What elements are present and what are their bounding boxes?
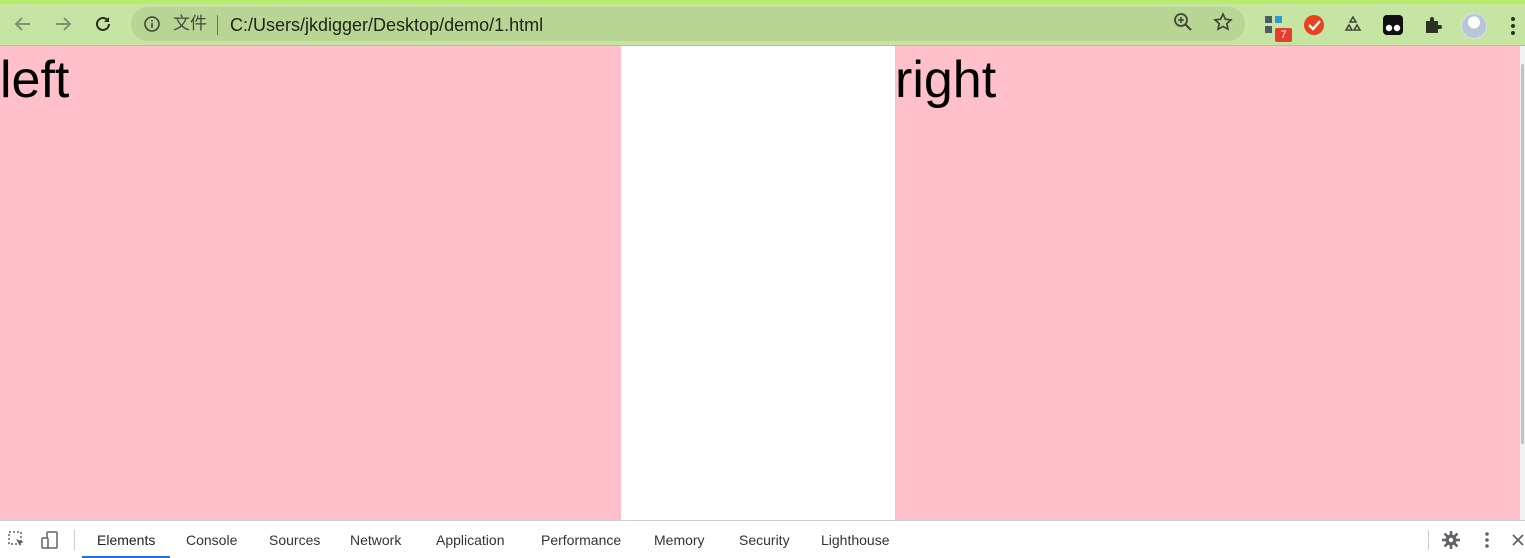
kebab-menu-icon[interactable]: [1506, 13, 1520, 39]
info-icon[interactable]: [143, 15, 161, 33]
zoom-button[interactable]: [1172, 11, 1194, 33]
zoom-icon: [1174, 13, 1192, 31]
left-panel: left: [0, 46, 621, 520]
right-panel-text: right: [895, 51, 997, 109]
back-arrow-icon: [14, 17, 30, 31]
device-mode-icon: [41, 531, 58, 549]
devtools-panel: Elements Console Sources Network Applica…: [0, 520, 1525, 558]
star-icon: [1213, 12, 1233, 31]
devtools-divider: [74, 530, 75, 550]
todo-extension-button[interactable]: [1302, 13, 1326, 37]
recycle-icon: [1344, 15, 1362, 31]
tab-elements[interactable]: Elements: [82, 521, 171, 558]
settings-button[interactable]: [1441, 530, 1461, 550]
devtools-divider: [1428, 530, 1429, 550]
inspect-cursor-icon: [8, 531, 24, 546]
forward-button[interactable]: [49, 10, 77, 38]
tab-security[interactable]: Security: [739, 521, 790, 558]
profile-avatar[interactable]: [1461, 13, 1487, 39]
address-bar[interactable]: 文件 C:/Users/jkdigger/Desktop/demo/1.html: [131, 7, 1245, 41]
left-panel-text: left: [0, 51, 70, 109]
extensions-menu-button[interactable]: [1421, 13, 1445, 37]
tampermonkey-extension-button[interactable]: [1381, 13, 1405, 37]
browser-toolbar: 文件 C:/Users/jkdigger/Desktop/demo/1.html…: [0, 0, 1525, 46]
gear-icon: [1442, 531, 1460, 549]
right-panel: right: [895, 46, 1520, 520]
devtools-menu-button[interactable]: [1477, 530, 1497, 550]
back-button[interactable]: [9, 10, 37, 38]
close-devtools-button[interactable]: [1510, 530, 1525, 550]
reload-icon: [96, 16, 110, 31]
recycle-extension-button[interactable]: [1341, 13, 1365, 37]
inspect-element-button[interactable]: [7, 530, 27, 550]
scheme-label: 文件: [173, 14, 207, 34]
tab-console[interactable]: Console: [186, 521, 237, 558]
tab-performance[interactable]: Performance: [541, 521, 621, 558]
address-separator: [209, 15, 218, 35]
tab-network[interactable]: Network: [350, 521, 401, 558]
device-toolbar-button[interactable]: [40, 530, 60, 550]
checkmark-icon: [1304, 15, 1324, 35]
tab-sources[interactable]: Sources: [269, 521, 320, 558]
extensions-puzzle-icon: [1426, 17, 1442, 33]
tab-lighthouse[interactable]: Lighthouse: [821, 521, 890, 558]
tab-application[interactable]: Application: [436, 521, 505, 558]
close-icon: [1512, 534, 1524, 546]
bookmark-button[interactable]: [1212, 11, 1234, 33]
kebab-menu-icon: [1485, 532, 1489, 548]
tab-memory[interactable]: Memory: [654, 521, 705, 558]
page-viewport: left right: [0, 46, 1525, 520]
page-scrollbar-thumb[interactable]: [1521, 64, 1524, 444]
forward-arrow-icon: [56, 17, 72, 31]
tampermonkey-icon: [1383, 15, 1403, 35]
reload-button[interactable]: [89, 10, 117, 38]
url-text[interactable]: C:/Users/jkdigger/Desktop/demo/1.html: [230, 15, 543, 35]
extension-badge-count: 7: [1275, 28, 1292, 42]
